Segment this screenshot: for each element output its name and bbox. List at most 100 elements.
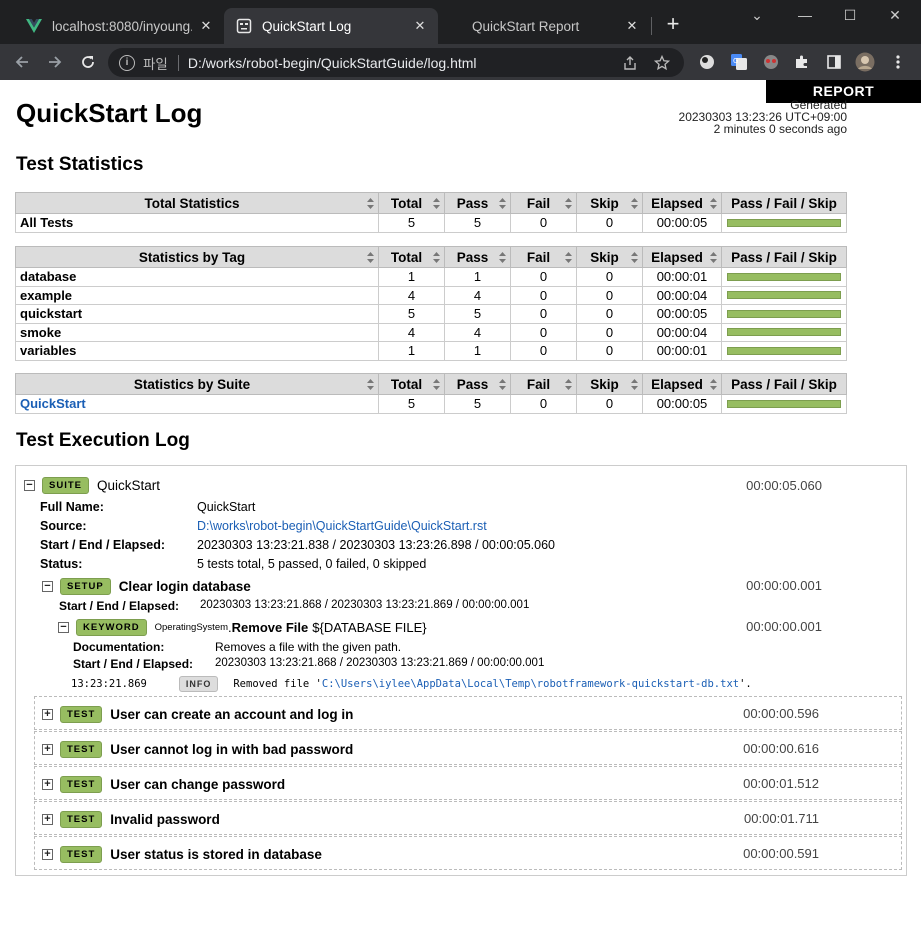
col-header-graph: Pass / Fail / Skip: [721, 192, 847, 214]
address-bar[interactable]: i 파일 D:/works/robot-begin/QuickStartGuid…: [108, 48, 684, 77]
bookmark-star-icon[interactable]: [652, 53, 672, 73]
test-header[interactable]: + TEST User can create an account and lo…: [42, 706, 353, 723]
log-page: REPORT Generated 20230303 13:23:26 UTC+0…: [0, 80, 921, 929]
minimize-icon[interactable]: —: [790, 4, 820, 26]
col-header-name[interactable]: Statistics by Tag: [15, 246, 379, 268]
col-header-fail[interactable]: Fail: [510, 246, 577, 268]
stat-total: 4: [378, 285, 445, 305]
test-item[interactable]: + TEST User cannot log in with bad passw…: [34, 731, 902, 765]
col-header-skip[interactable]: Skip: [576, 246, 643, 268]
stat-pass: 5: [444, 304, 511, 324]
expand-toggle-icon[interactable]: +: [42, 779, 53, 790]
sort-icon: [710, 198, 717, 209]
test-item[interactable]: + TEST User can create an account and lo…: [34, 696, 902, 730]
chevron-down-icon[interactable]: ⌄: [742, 4, 772, 26]
col-header-pass[interactable]: Pass: [444, 373, 511, 395]
sort-icon: [433, 379, 440, 390]
sort-icon: [367, 198, 374, 209]
tab-close-icon[interactable]: ✕: [198, 18, 214, 34]
browser-tab-bar: localhost:8080/inyoung.htm ✕ QuickStart …: [0, 0, 921, 44]
test-name: User can change password: [110, 777, 286, 792]
doc-label: Documentation:: [73, 640, 165, 654]
menu-kebab-icon[interactable]: [888, 52, 908, 72]
col-header-pass[interactable]: Pass: [444, 192, 511, 214]
maximize-icon[interactable]: ☐: [835, 4, 865, 26]
suite-badge: SUITE: [42, 477, 89, 494]
tab-title: localhost:8080/inyoung.htm: [52, 18, 192, 34]
col-header-fail[interactable]: Fail: [510, 373, 577, 395]
col-header-elapsed[interactable]: Elapsed: [642, 373, 722, 395]
collapse-toggle-icon[interactable]: −: [58, 622, 69, 633]
col-header-total[interactable]: Total: [378, 246, 445, 268]
robot-favicon-icon: [236, 18, 252, 34]
stat-skip: 0: [576, 267, 643, 287]
side-panel-icon[interactable]: [824, 52, 844, 72]
stat-graph: [721, 285, 847, 305]
collapse-toggle-icon[interactable]: −: [42, 581, 53, 592]
pass-bar: [727, 399, 841, 408]
keyword-header[interactable]: − KEYWORD OperatingSystem . Remove File …: [58, 619, 427, 636]
tab-quickstart-log[interactable]: QuickStart Log ✕: [224, 8, 438, 44]
col-header-total[interactable]: Total: [378, 192, 445, 214]
setup-header[interactable]: − SETUP Clear login database: [42, 578, 251, 595]
col-header-total[interactable]: Total: [378, 373, 445, 395]
sort-icon: [433, 198, 440, 209]
new-tab-plus-icon[interactable]: +: [662, 13, 684, 36]
expand-toggle-icon[interactable]: +: [42, 744, 53, 755]
col-header-elapsed[interactable]: Elapsed: [642, 192, 722, 214]
col-header-fail[interactable]: Fail: [510, 192, 577, 214]
svg-text:G: G: [733, 57, 738, 65]
test-item[interactable]: + TEST Invalid password 00:00:01.711: [34, 801, 902, 835]
tab-close-icon[interactable]: ✕: [412, 18, 428, 34]
sort-icon: [631, 198, 638, 209]
tab-title: QuickStart Report: [472, 18, 580, 34]
source-link[interactable]: D:\works\robot-begin\QuickStartGuide\Qui…: [197, 519, 487, 533]
share-icon[interactable]: [620, 53, 640, 73]
forward-arrow-icon[interactable]: [43, 50, 67, 74]
col-header-elapsed[interactable]: Elapsed: [642, 246, 722, 268]
window-close-icon[interactable]: ✕: [880, 4, 910, 26]
test-item[interactable]: + TEST User can change password 00:00:01…: [34, 766, 902, 800]
test-item[interactable]: + TEST User status is stored in database…: [34, 836, 902, 870]
col-header-skip[interactable]: Skip: [576, 373, 643, 395]
extension-mask-icon[interactable]: [761, 52, 781, 72]
extensions-puzzle-icon[interactable]: [792, 52, 812, 72]
collapse-toggle-icon[interactable]: −: [24, 480, 35, 491]
extension-ball-icon[interactable]: [697, 52, 717, 72]
test-elapsed: 00:00:00.616: [743, 741, 819, 756]
stat-total: 5: [378, 304, 445, 324]
pass-bar: [727, 346, 841, 355]
profile-avatar-icon[interactable]: [855, 52, 875, 72]
expand-toggle-icon[interactable]: +: [42, 709, 53, 720]
vue-favicon-icon: [26, 18, 42, 34]
col-header-pass[interactable]: Pass: [444, 246, 511, 268]
test-header[interactable]: + TEST Invalid password: [42, 811, 220, 828]
sort-icon: [631, 379, 638, 390]
test-badge: TEST: [60, 811, 103, 828]
url-text[interactable]: D:/works/robot-begin/QuickStartGuide/log…: [188, 55, 620, 71]
stat-skip: 0: [576, 213, 643, 233]
col-header-name[interactable]: Total Statistics: [15, 192, 379, 214]
tab-quickstart-report[interactable]: QuickStart Report ✕: [460, 8, 650, 44]
tab-localhost[interactable]: localhost:8080/inyoung.htm ✕: [14, 8, 224, 44]
pass-bar: [727, 218, 841, 227]
keyword-elapsed: 00:00:00.001: [746, 619, 822, 634]
expand-toggle-icon[interactable]: +: [42, 814, 53, 825]
col-header-name[interactable]: Statistics by Suite: [15, 373, 379, 395]
col-header-skip[interactable]: Skip: [576, 192, 643, 214]
test-header[interactable]: + TEST User cannot log in with bad passw…: [42, 741, 353, 758]
suite-metadata: Full Name: QuickStart Source: D:\works\r…: [40, 500, 900, 580]
suite-link[interactable]: QuickStart: [20, 396, 86, 411]
info-icon[interactable]: i: [119, 54, 135, 71]
reload-icon[interactable]: [76, 50, 100, 74]
google-translate-icon[interactable]: G: [729, 52, 749, 72]
suite-header[interactable]: − SUITE QuickStart: [24, 477, 160, 494]
page-title: QuickStart Log: [16, 98, 203, 128]
sort-icon: [367, 379, 374, 390]
test-header[interactable]: + TEST User can change password: [42, 776, 285, 793]
setup-elapsed: 00:00:00.001: [746, 578, 822, 593]
expand-toggle-icon[interactable]: +: [42, 849, 53, 860]
tab-close-icon[interactable]: ✕: [624, 18, 640, 34]
back-arrow-icon[interactable]: [10, 50, 34, 74]
test-header[interactable]: + TEST User status is stored in database: [42, 846, 322, 863]
